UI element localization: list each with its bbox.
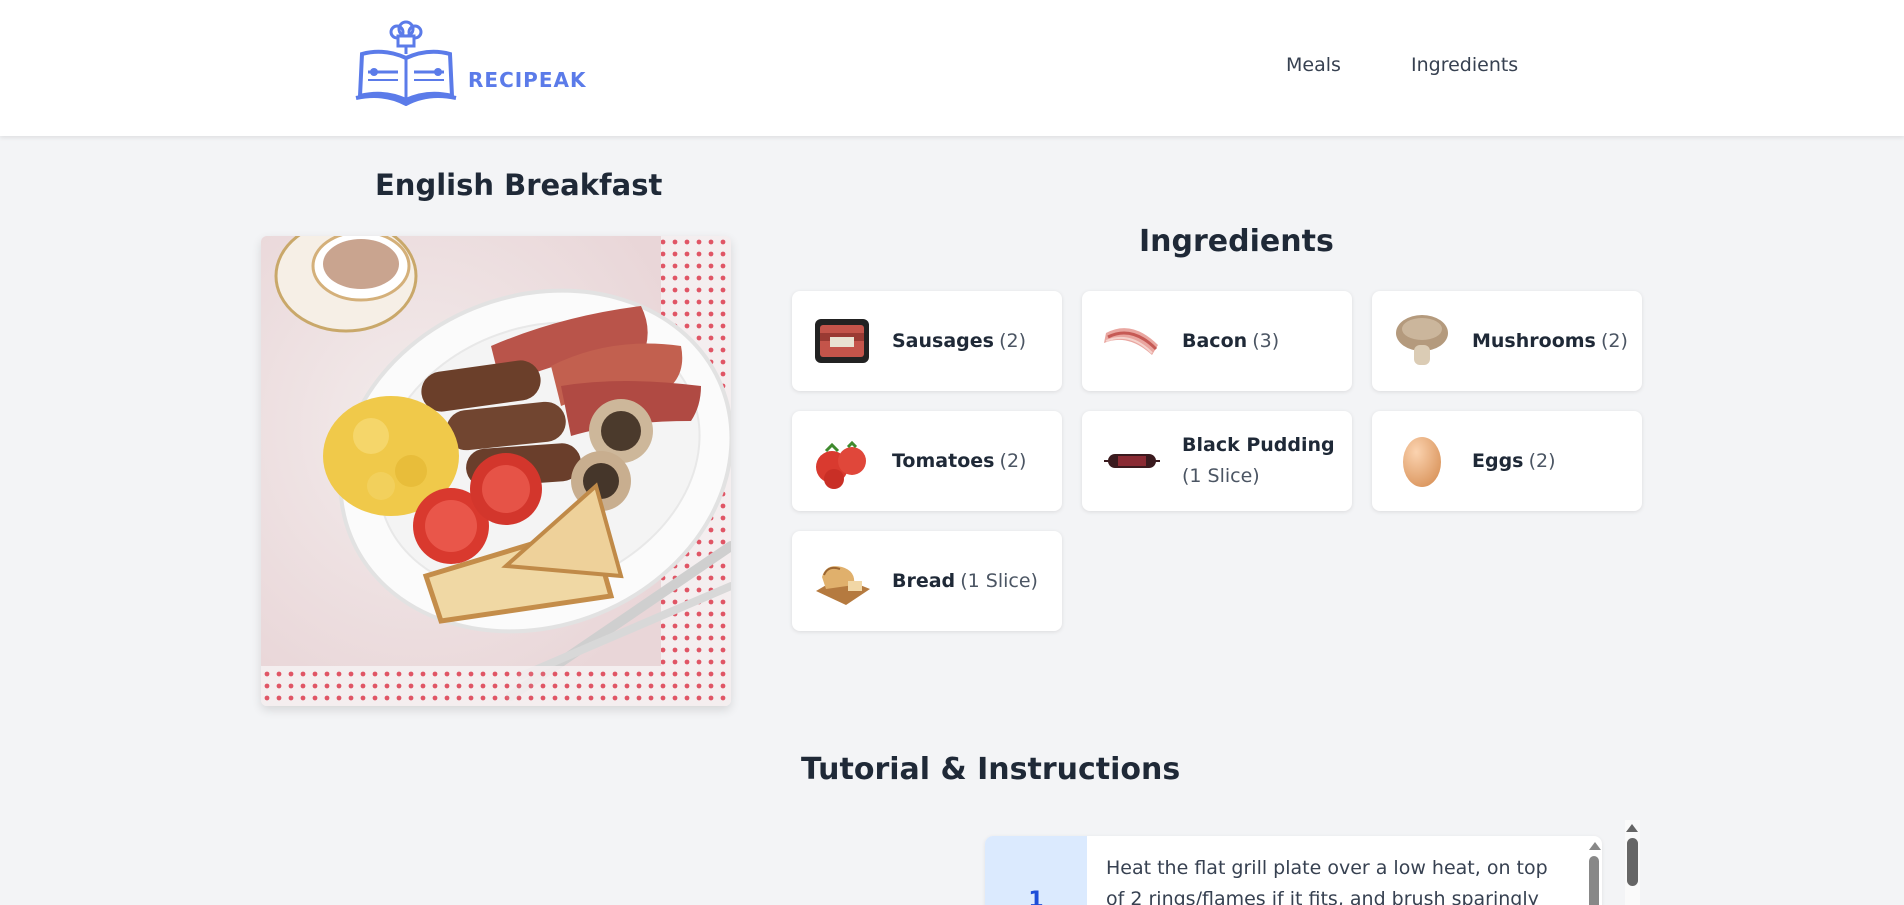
recipeak-logo[interactable]: RECIPEAK — [354, 20, 586, 106]
ingredient-quantity: (2) — [1528, 449, 1556, 472]
sausages-icon — [815, 319, 869, 363]
ingredients-heading: Ingredients — [1139, 224, 1334, 259]
step-number-badge: 1 — [985, 836, 1087, 905]
meal-title: English Breakfast — [375, 168, 663, 202]
bacon-icon — [1104, 328, 1158, 355]
scroll-up-arrow-icon[interactable] — [1589, 842, 1601, 850]
tomato-icon — [816, 440, 866, 489]
english-breakfast-plate-image — [261, 236, 731, 706]
nav-ingredients-link[interactable]: Ingredients — [1411, 54, 1518, 76]
black-pudding-icon — [1104, 454, 1160, 468]
ingredient-quantity: (2) — [999, 449, 1027, 472]
ingredient-quantity: (1 Slice) — [1182, 465, 1260, 487]
ingredient-name: Black Pudding — [1182, 434, 1335, 456]
ingredient-name: Bread — [892, 569, 956, 592]
step-text: Heat the flat grill plate over a low hea… — [1106, 857, 1548, 905]
meal-photo — [261, 236, 731, 706]
ingredient-card-black-pudding[interactable]: Black Pudding (1 Slice) — [1082, 411, 1352, 511]
instruction-step[interactable]: 1 Heat the flat grill plate over a low h… — [985, 836, 1602, 905]
site-header: RECIPEAK Meals Ingredients — [0, 0, 1904, 136]
instructions-scrollbar[interactable] — [1625, 820, 1640, 905]
mushroom-icon — [1396, 315, 1448, 365]
tutorial-heading: Tutorial & Instructions — [801, 752, 1181, 787]
logo-text: RECIPEAK — [468, 68, 587, 92]
egg-icon — [1403, 437, 1441, 487]
bread-icon — [816, 566, 870, 605]
ingredient-name: Mushrooms — [1472, 329, 1596, 352]
ingredient-card-eggs[interactable]: Eggs (2) — [1372, 411, 1642, 511]
ingredient-name: Sausages — [892, 329, 994, 352]
ingredient-quantity: (3) — [1252, 329, 1280, 352]
ingredient-card-bread[interactable]: Bread (1 Slice) — [792, 531, 1062, 631]
chef-book-logo-icon — [355, 20, 457, 106]
ingredient-name: Bacon — [1182, 329, 1248, 352]
scroll-thumb[interactable] — [1589, 856, 1599, 905]
scroll-thumb[interactable] — [1627, 838, 1638, 886]
ingredient-quantity: (2) — [1600, 329, 1628, 352]
ingredient-card-mushrooms[interactable]: Mushrooms (2) — [1372, 291, 1642, 391]
step-scrollbar[interactable] — [1588, 836, 1601, 905]
ingredient-quantity: (1 Slice) — [960, 569, 1038, 592]
nav-meals-link[interactable]: Meals — [1286, 54, 1341, 76]
scroll-up-arrow-icon[interactable] — [1626, 824, 1638, 832]
ingredient-card-sausages[interactable]: Sausages (2) — [792, 291, 1062, 391]
ingredient-quantity: (2) — [999, 329, 1026, 352]
step-number: 1 — [1028, 888, 1044, 905]
ingredient-card-tomatoes[interactable]: Tomatoes (2) — [792, 411, 1062, 511]
ingredient-card-bacon[interactable]: Bacon (3) — [1082, 291, 1352, 391]
ingredient-name: Tomatoes — [892, 449, 995, 472]
ingredient-name: Eggs — [1472, 449, 1524, 472]
